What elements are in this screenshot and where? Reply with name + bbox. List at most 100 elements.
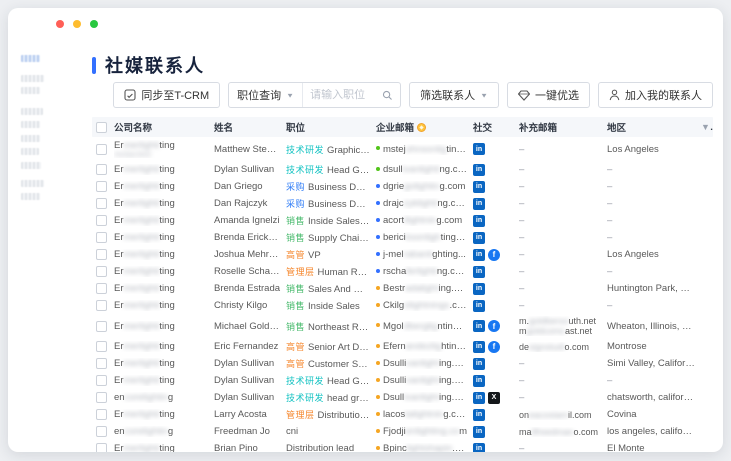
- row-checkbox[interactable]: [96, 164, 107, 175]
- table-header-row: 公司名称姓名职位企业邮箱社交补充邮箱地区▼: [92, 117, 713, 137]
- linkedin-icon[interactable]: in: [473, 392, 485, 404]
- sidebar-item-7[interactable]: [21, 148, 39, 155]
- add-to-my-contacts-button[interactable]: 加入我的联系人: [598, 82, 713, 108]
- position-search-input[interactable]: [310, 89, 382, 101]
- linkedin-icon[interactable]: in: [473, 320, 485, 332]
- linkedin-icon[interactable]: in: [473, 143, 485, 155]
- linkedin-icon[interactable]: in: [473, 164, 485, 176]
- column-header-label: 社交: [473, 123, 492, 134]
- linkedin-icon[interactable]: in: [473, 426, 485, 438]
- text-redacted: merlighti: [124, 321, 160, 332]
- row-checkbox[interactable]: [96, 283, 107, 294]
- sidebar-item-6[interactable]: [21, 135, 40, 142]
- one-click-optimize-button[interactable]: 一键优选: [507, 82, 590, 108]
- maximize-window-button[interactable]: [90, 20, 98, 28]
- company-name: Ermerlightiting: [114, 266, 175, 277]
- region-cell: –: [607, 198, 701, 209]
- row-checkbox[interactable]: [96, 321, 107, 332]
- extra-email: mgoldcomcast.net: [519, 326, 601, 336]
- sidebar-item-9[interactable]: [21, 180, 44, 187]
- row-checkbox[interactable]: [96, 392, 107, 403]
- row-checkbox[interactable]: [96, 232, 107, 243]
- linkedin-icon[interactable]: in: [473, 375, 485, 387]
- row-checkbox-cell: [92, 266, 114, 277]
- sync-to-tcrm-button[interactable]: 同步至T-CRM: [113, 82, 220, 108]
- linkedin-icon[interactable]: in: [473, 181, 485, 193]
- linkedin-icon[interactable]: in: [473, 198, 485, 210]
- search-icon[interactable]: [382, 90, 393, 101]
- close-window-button[interactable]: [56, 20, 64, 28]
- row-checkbox[interactable]: [96, 443, 107, 452]
- row-checkbox[interactable]: [96, 181, 107, 192]
- facebook-icon[interactable]: f: [488, 249, 500, 261]
- text-visible: ast.net: [565, 326, 592, 336]
- text-visible: ting: [159, 232, 174, 243]
- email-status-dot: [376, 218, 380, 222]
- row-checkbox[interactable]: [96, 341, 107, 352]
- region-cell: –: [607, 266, 701, 277]
- linkedin-icon[interactable]: in: [473, 232, 485, 244]
- position-title: VP: [308, 250, 321, 261]
- row-checkbox[interactable]: [96, 266, 107, 277]
- extra-email-cell: –: [519, 249, 607, 260]
- filter-contacts-button[interactable]: 筛选联系人 ▼: [409, 82, 499, 108]
- linkedin-icon[interactable]: in: [473, 358, 485, 370]
- linkedin-icon[interactable]: in: [473, 266, 485, 278]
- x-twitter-icon[interactable]: X: [488, 392, 500, 404]
- row-checkbox[interactable]: [96, 409, 107, 420]
- email-status-dot: [376, 395, 380, 399]
- row-checkbox[interactable]: [96, 215, 107, 226]
- email-status-dot: [376, 167, 380, 171]
- company-name: Ermerlightiting: [114, 232, 175, 243]
- linkedin-icon[interactable]: in: [473, 409, 485, 421]
- facebook-icon[interactable]: f: [488, 341, 500, 353]
- column-header-4: 企业邮箱: [376, 120, 473, 134]
- select-all-checkbox[interactable]: [96, 122, 107, 133]
- row-checkbox[interactable]: [96, 375, 107, 386]
- text-visible: Er: [114, 181, 124, 192]
- table-row: ErmerlightitingBrian PinoDistribution le…: [92, 440, 713, 452]
- contact-name-cell: Dylan Sullivan: [214, 164, 286, 175]
- row-checkbox[interactable]: [96, 144, 107, 155]
- linkedin-icon[interactable]: in: [473, 341, 485, 353]
- region-cell: –: [607, 300, 701, 311]
- sidebar-item-10[interactable]: [21, 193, 40, 200]
- linkedin-icon[interactable]: in: [473, 443, 485, 453]
- sidebar-item-3[interactable]: [21, 87, 40, 94]
- text-redacted: corelightin: [125, 426, 168, 437]
- linkedin-icon[interactable]: in: [473, 300, 485, 312]
- contacts-table: 公司名称姓名职位企业邮箱社交补充邮箱地区▼Ermerlightitingreda…: [92, 117, 713, 452]
- position-type-select[interactable]: 职位查询 ▼: [229, 83, 303, 107]
- linkedin-icon[interactable]: in: [473, 249, 485, 261]
- row-checkbox[interactable]: [96, 358, 107, 369]
- position-cell: 管理层Human Resources Ma...: [286, 265, 376, 278]
- row-checkbox[interactable]: [96, 198, 107, 209]
- table-row: ErmerlightitingChristy Kilgo销售Inside Sal…: [92, 297, 713, 314]
- region-cell: Wheaton, Illinois, United St...: [607, 321, 701, 332]
- social-cell: in: [473, 232, 519, 244]
- sidebar-item-8[interactable]: [21, 162, 41, 169]
- linkedin-icon[interactable]: in: [473, 215, 485, 227]
- row-checkbox[interactable]: [96, 249, 107, 260]
- sidebar-item-2[interactable]: [21, 75, 44, 82]
- extra-email-cell: –: [519, 164, 607, 175]
- extra-email-cell: –: [519, 392, 607, 403]
- empty-value: –: [519, 215, 524, 226]
- linkedin-icon[interactable]: in: [473, 283, 485, 295]
- empty-value: –: [519, 358, 524, 369]
- text-visible: Er: [114, 300, 124, 311]
- sidebar-item-5[interactable]: [21, 121, 40, 128]
- header-checkbox-cell: [92, 122, 114, 133]
- facebook-icon[interactable]: f: [488, 320, 500, 332]
- text-redacted: golightin: [404, 181, 439, 192]
- row-checkbox[interactable]: [96, 300, 107, 311]
- text-redacted: goldberso: [529, 316, 569, 326]
- column-header-2: 姓名: [214, 120, 286, 134]
- table-row: ErmerlightitingBrenda Estrada销售Sales And…: [92, 280, 713, 297]
- sidebar-item-4[interactable]: [21, 108, 43, 115]
- filter-funnel-icon[interactable]: ▼: [701, 122, 713, 133]
- company-cell: Ermerlightiting: [114, 164, 214, 175]
- minimize-window-button[interactable]: [73, 20, 81, 28]
- sidebar-item-1[interactable]: [21, 55, 40, 62]
- row-checkbox[interactable]: [96, 426, 107, 437]
